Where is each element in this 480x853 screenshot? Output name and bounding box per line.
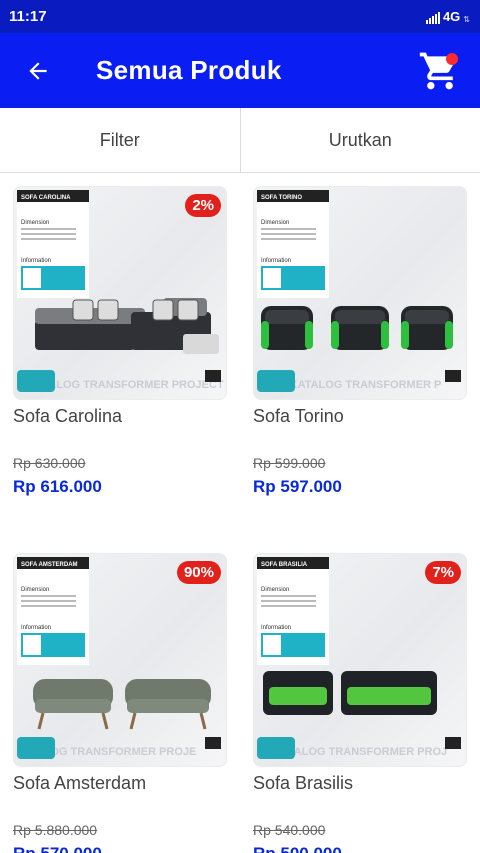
- corner-badge: [17, 370, 55, 392]
- discount-badge: 7%: [425, 561, 461, 584]
- corner-badge: [257, 370, 295, 392]
- spec-line: [261, 238, 316, 240]
- product-price: Rp 616.000: [13, 477, 102, 496]
- spec-dimension-title: Dimension: [261, 220, 289, 226]
- product-name[interactable]: Sofa Carolina: [13, 406, 227, 427]
- spec-dimension-title: Dimension: [21, 220, 49, 226]
- catalog-tag: SOFA BRASILIA: [261, 562, 308, 568]
- app-bar: Semua Produk: [0, 33, 480, 108]
- spec-info-title: Information: [21, 625, 51, 631]
- network-label: 4G: [442, 9, 461, 24]
- catalog-watermark: E-KATALOG TRANSFORMER P: [279, 379, 442, 391]
- spec-line: [21, 595, 76, 597]
- cart-notification-badge: [446, 53, 458, 65]
- sofa-illustration: [33, 679, 211, 730]
- status-indicators: 4G ⇅: [425, 9, 470, 24]
- spec-info-title: Information: [261, 258, 291, 264]
- spec-line: [21, 233, 76, 235]
- product-original-price: Rp 630.000: [13, 455, 86, 471]
- product-photo: SOFA AMSTERDAM Dimension Information LOG TR…: [17, 557, 221, 759]
- product-original-price: Rp 599.000: [253, 455, 326, 471]
- corner-badge: [17, 737, 55, 759]
- spec-line: [21, 238, 76, 240]
- product-image[interactable]: SOFA AMSTERDAM Dimension Information LOG TR…: [13, 553, 227, 767]
- product-name[interactable]: Sofa Torino: [253, 406, 467, 427]
- fabric-swatch: [23, 635, 41, 655]
- product-card[interactable]: SOFA AMSTERDAM Dimension Information LOG TR…: [13, 553, 227, 853]
- spec-info-title: Information: [261, 625, 291, 631]
- catalog-watermark: LOG TRANSFORMER PROJE: [44, 746, 197, 758]
- product-name[interactable]: Sofa Brasilis: [253, 773, 467, 794]
- sofa-illustration: [263, 671, 437, 715]
- back-button[interactable]: [18, 51, 58, 91]
- signal-icon: [425, 12, 440, 24]
- fabric-swatch: [263, 635, 281, 655]
- filter-button[interactable]: Filter: [0, 108, 241, 172]
- spec-line: [261, 600, 316, 602]
- product-card[interactable]: SOFA TORINO Dimension Information E-KATALOG…: [253, 186, 467, 497]
- corner-badge: [445, 737, 461, 749]
- sort-button[interactable]: Urutkan: [241, 108, 480, 172]
- product-price: Rp 500.000: [253, 844, 467, 853]
- fabric-swatch: [263, 268, 281, 288]
- product-original-price: Rp 540.000: [253, 822, 326, 838]
- catalog-watermark: KATALOG TRANSFORMER PROJ: [273, 746, 447, 758]
- product-price: Rp 597.000: [253, 477, 342, 496]
- cart-button[interactable]: [418, 49, 462, 93]
- product-image[interactable]: SOFA BRASILIA Dimension Information KATALOG…: [253, 553, 467, 767]
- spec-line: [21, 600, 76, 602]
- catalog-tag: SOFA CAROLINA: [21, 195, 71, 201]
- sofa-illustration: [261, 306, 453, 350]
- spec-line: [261, 605, 316, 607]
- corner-badge: [445, 370, 461, 382]
- sofa-illustration: [35, 298, 219, 354]
- product-card[interactable]: SOFA CAROLINA Dimension Information E-KATAL…: [13, 186, 227, 497]
- status-time: 11:17: [9, 8, 47, 25]
- spec-info-title: Information: [21, 258, 51, 264]
- filter-sort-bar: Filter Urutkan: [0, 108, 480, 173]
- product-price: Rp 570.000: [13, 844, 227, 853]
- product-image[interactable]: SOFA CAROLINA Dimension Information E-KATAL…: [13, 186, 227, 400]
- fabric-swatch: [23, 268, 41, 288]
- catalog-tag: SOFA AMSTERDAM: [21, 562, 78, 568]
- arrow-left-icon: [29, 62, 47, 80]
- corner-badge: [257, 737, 295, 759]
- spec-line: [261, 233, 316, 235]
- corner-badge: [205, 370, 221, 382]
- data-activity-icon: ⇅: [463, 15, 470, 24]
- product-photo: SOFA TORINO Dimension Information E-KATALOG…: [257, 190, 461, 392]
- product-photo: SOFA BRASILIA Dimension Information KATALOG…: [257, 557, 461, 759]
- spec-line: [21, 605, 76, 607]
- product-original-price: Rp 5.880.000: [13, 822, 98, 838]
- page-title: Semua Produk: [96, 55, 282, 85]
- product-photo: SOFA CAROLINADimensionInformationE-KATAL…: [16, 190, 224, 392]
- spec-line: [261, 228, 316, 230]
- product-card[interactable]: SOFA BRASILIA Dimension Information KATALOG…: [253, 553, 467, 853]
- discount-badge: 2%: [185, 194, 221, 217]
- spec-dimension-title: Dimension: [21, 587, 49, 593]
- status-bar: 11:17 4G ⇅: [0, 0, 480, 33]
- product-name[interactable]: Sofa Amsterdam: [13, 773, 227, 794]
- discount-badge: 90%: [176, 561, 221, 584]
- catalog-tag: SOFA TORINO: [261, 195, 302, 201]
- spec-line: [21, 228, 76, 230]
- product-image[interactable]: SOFA TORINO Dimension Information E-KATALOG…: [253, 186, 467, 400]
- spec-line: [261, 595, 316, 597]
- corner-badge: [205, 737, 221, 749]
- spec-dimension-title: Dimension: [261, 587, 289, 593]
